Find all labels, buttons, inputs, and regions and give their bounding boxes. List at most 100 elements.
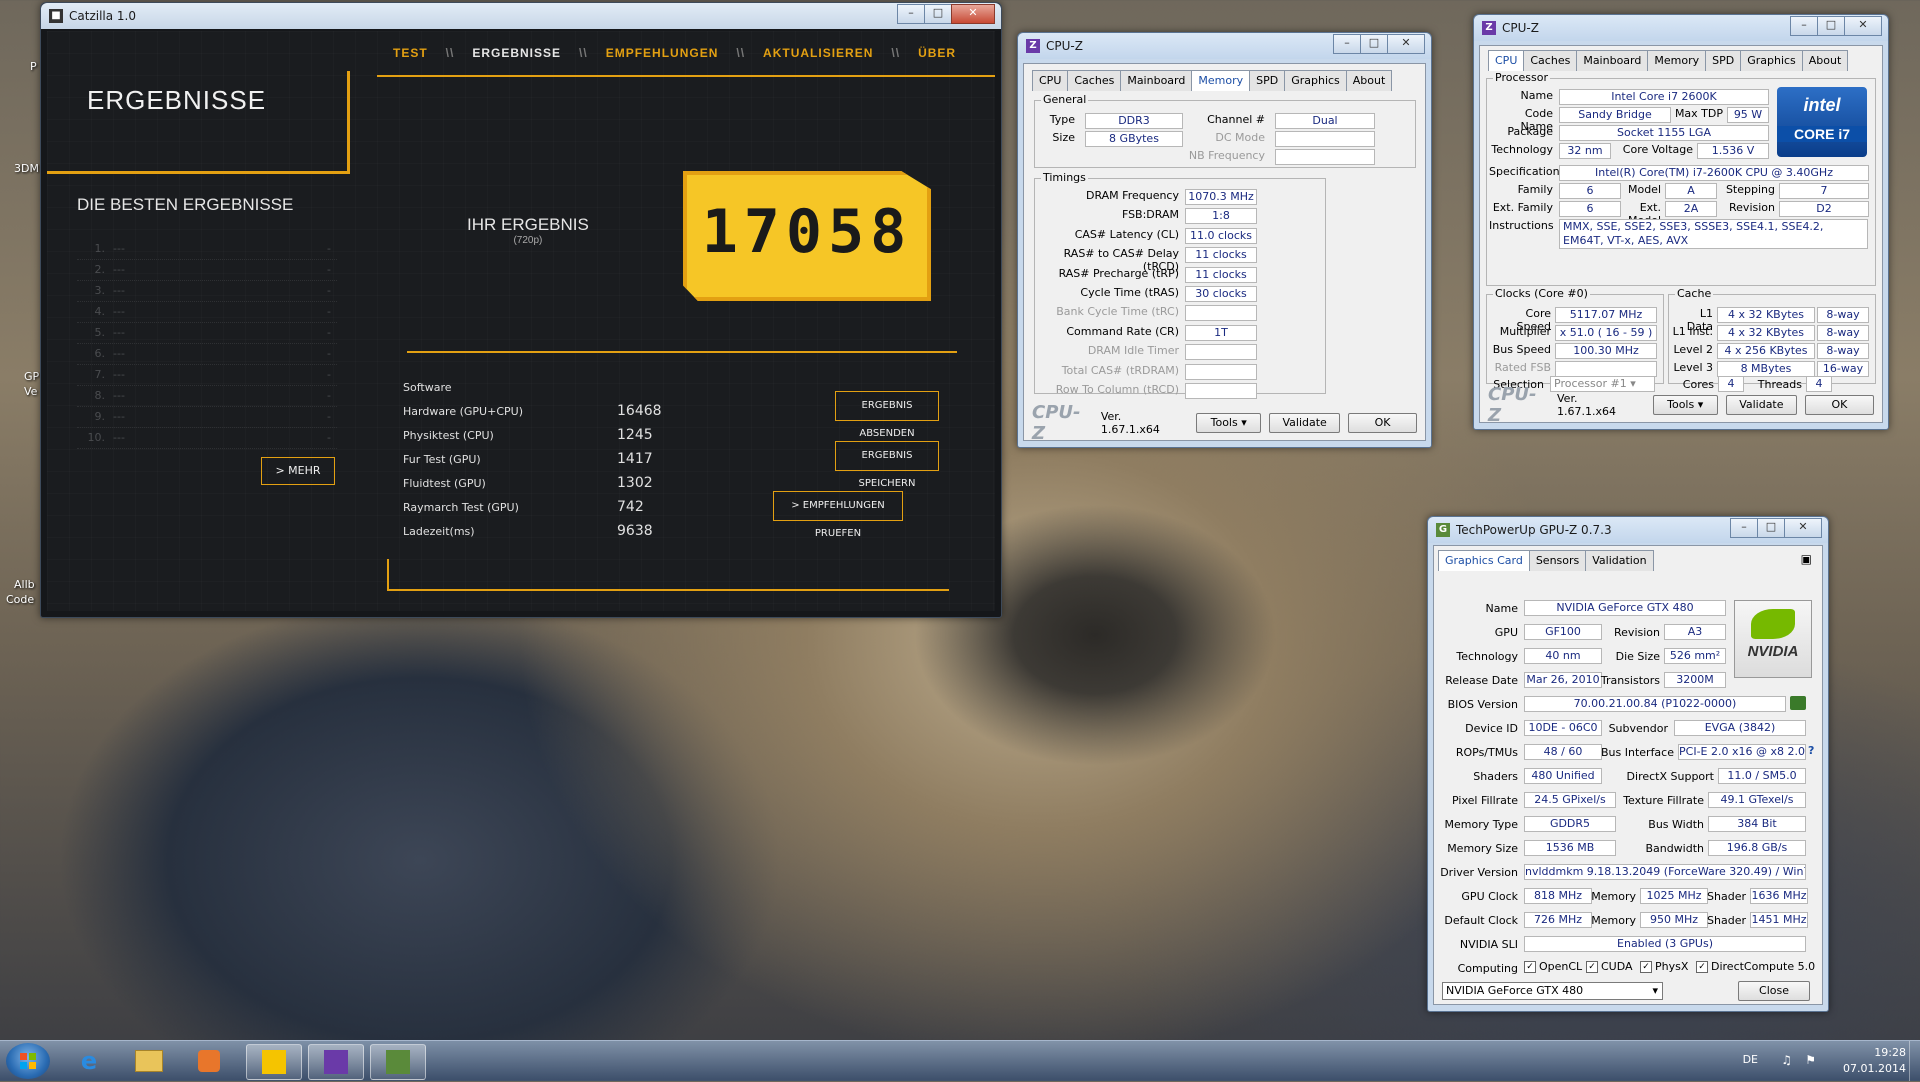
maximize-button[interactable]: □	[1817, 16, 1845, 36]
submit-result-button[interactable]: ERGEBNIS ABSENDEN	[835, 391, 939, 439]
rank-dash: -	[327, 326, 331, 339]
ok-button[interactable]: OK	[1804, 395, 1874, 415]
nav-test[interactable]: TEST	[393, 46, 428, 60]
taskbar-explorer[interactable]	[122, 1044, 176, 1078]
taskbar-media-player[interactable]	[182, 1044, 236, 1078]
tab-mainboard[interactable]: Mainboard	[1120, 70, 1193, 91]
rops-tmus-label: ROPs/TMUs	[1455, 746, 1518, 759]
name-label: Name	[1485, 602, 1518, 615]
nav-empfehlungen[interactable]: EMPFEHLUNGEN	[606, 46, 719, 60]
bus-speed-label: Bus Speed	[1492, 343, 1551, 356]
tab-spd[interactable]: SPD	[1705, 50, 1742, 71]
technology-label: Technology	[1456, 650, 1518, 663]
minimize-button[interactable]: –	[1333, 34, 1361, 54]
timing-label: DRAM Frequency	[1085, 189, 1179, 202]
taskbar-cpuz[interactable]	[308, 1044, 364, 1080]
validate-button[interactable]: Validate	[1725, 395, 1797, 415]
tab-sensors[interactable]: Sensors	[1528, 550, 1587, 571]
rank-value: ---	[113, 326, 125, 339]
action-center-icon[interactable]: ⚑	[1805, 1053, 1816, 1067]
bios-save-icon[interactable]	[1790, 696, 1806, 710]
revision-value: D2	[1779, 201, 1869, 217]
close-button[interactable]: ✕	[1784, 518, 1822, 538]
close-button[interactable]: ✕	[951, 4, 995, 24]
maximize-button[interactable]: □	[924, 4, 952, 24]
more-button[interactable]: > MEHR	[261, 457, 335, 485]
tab-about[interactable]: About	[1345, 70, 1393, 91]
tab-graphics[interactable]: Graphics	[1740, 50, 1803, 71]
taskbar-catzilla[interactable]	[246, 1044, 302, 1080]
nav-ueber[interactable]: ÜBER	[918, 46, 956, 60]
volume-icon[interactable]: ♫	[1781, 1053, 1792, 1067]
tab-mainboard[interactable]: Mainboard	[1576, 50, 1649, 71]
result-row: Software	[403, 375, 663, 399]
clock[interactable]: 19:28 07.01.2014	[1843, 1045, 1906, 1077]
cpuz-memory-titlebar[interactable]: Z CPU-Z – □ ✕	[1018, 33, 1431, 59]
texture-fillrate-label: Texture Fillrate	[1623, 794, 1704, 807]
bus-interface-help-icon[interactable]: ?	[1808, 744, 1814, 757]
processor-select-value: Processor #1	[1554, 377, 1627, 390]
cuda-checkbox[interactable]: ✓ CUDA	[1586, 960, 1633, 973]
nav-ergebnisse[interactable]: ERGEBNISSE	[472, 46, 561, 60]
result-label: Raymarch Test (GPU)	[403, 500, 519, 514]
physx-checkbox[interactable]: ✓ PhysX	[1640, 960, 1688, 973]
close-button[interactable]: ✕	[1387, 34, 1425, 54]
computing-label: Computing	[1457, 962, 1518, 975]
close-dialog-button[interactable]: Close	[1738, 981, 1810, 1001]
directcompute-checkbox[interactable]: ✓ DirectCompute 5.0	[1696, 960, 1815, 973]
tab-about[interactable]: About	[1801, 50, 1849, 71]
specification-value: Intel(R) Core(TM) i7-2600K CPU @ 3.40GHz	[1559, 165, 1869, 181]
tools-button[interactable]: Tools ▾	[1196, 413, 1262, 433]
camera-icon[interactable]: ▣	[1801, 552, 1812, 566]
close-button[interactable]: ✕	[1844, 16, 1882, 36]
save-result-button[interactable]: ERGEBNIS SPEICHERN	[835, 441, 939, 489]
tab-graphics[interactable]: Graphics	[1284, 70, 1347, 91]
catzilla-titlebar[interactable]: ■ Catzilla 1.0 – □ ✕	[41, 3, 1001, 29]
input-language[interactable]: DE	[1743, 1053, 1758, 1066]
start-button[interactable]	[6, 1043, 50, 1079]
cpuz-cpu-tabs: CPU Caches Mainboard Memory SPD Graphics…	[1488, 50, 1849, 71]
rank-value: ---	[113, 284, 125, 297]
tab-caches[interactable]: Caches	[1523, 50, 1578, 71]
tools-button[interactable]: Tools ▾	[1652, 395, 1718, 415]
minimize-button[interactable]: –	[1790, 16, 1818, 36]
shaders-label: Shaders	[1473, 770, 1518, 783]
tab-caches[interactable]: Caches	[1067, 70, 1122, 91]
tab-spd[interactable]: SPD	[1249, 70, 1286, 91]
cpuz-memory-footer: CPU-Z Ver. 1.67.1.x64 Tools ▾ Validate O…	[1032, 402, 1417, 444]
maximize-button[interactable]: □	[1757, 518, 1785, 538]
maximize-button[interactable]: □	[1360, 34, 1388, 54]
taskbar-ie[interactable]: e	[62, 1044, 116, 1078]
tab-memory[interactable]: Memory	[1191, 70, 1251, 91]
cpuz-cpu-titlebar[interactable]: Z CPU-Z – □ ✕	[1474, 15, 1888, 41]
rank-dash: -	[327, 389, 331, 402]
rank-row: 5. --- -	[77, 323, 337, 344]
core-speed-value: 5117.07 MHz	[1555, 307, 1657, 323]
validate-button[interactable]: Validate	[1269, 413, 1341, 433]
tab-memory[interactable]: Memory	[1647, 50, 1707, 71]
rank-number: 4.	[94, 305, 106, 318]
show-desktop-button[interactable]	[1909, 1041, 1920, 1081]
result-value: 16468	[617, 403, 662, 419]
tab-validation[interactable]: Validation	[1585, 550, 1654, 571]
gpuz-titlebar[interactable]: G TechPowerUp GPU-Z 0.7.3 – □ ✕	[1428, 517, 1828, 543]
check-recommendations-button[interactable]: > EMPFEHLUNGEN PRUEFEN	[773, 491, 903, 539]
tab-cpu[interactable]: CPU	[1032, 70, 1069, 91]
minimize-button[interactable]: –	[897, 4, 925, 24]
taskbar-gpuz[interactable]	[370, 1044, 426, 1080]
nav-aktualisieren[interactable]: AKTUALISIEREN	[763, 46, 873, 60]
device-select[interactable]: NVIDIA GeForce GTX 480 ▾	[1442, 982, 1663, 1000]
shaders-value: 480 Unified	[1524, 768, 1602, 784]
opencl-checkbox[interactable]: ✓ OpenCL	[1524, 960, 1582, 973]
ok-button[interactable]: OK	[1348, 413, 1417, 433]
rank-value: ---	[113, 410, 125, 423]
directx-value: 11.0 / SM5.0	[1718, 768, 1806, 784]
timing-value	[1185, 383, 1257, 399]
minimize-button[interactable]: –	[1730, 518, 1758, 538]
revision-value: A3	[1664, 624, 1726, 640]
processor-select[interactable]: Processor #1 ▾	[1550, 376, 1655, 392]
subvendor-label: Subvendor	[1608, 722, 1668, 735]
tab-cpu[interactable]: CPU	[1488, 50, 1525, 71]
gpuz-window: G TechPowerUp GPU-Z 0.7.3 – □ ✕ Graphics…	[1427, 516, 1829, 1012]
tab-graphics-card[interactable]: Graphics Card	[1438, 550, 1530, 571]
